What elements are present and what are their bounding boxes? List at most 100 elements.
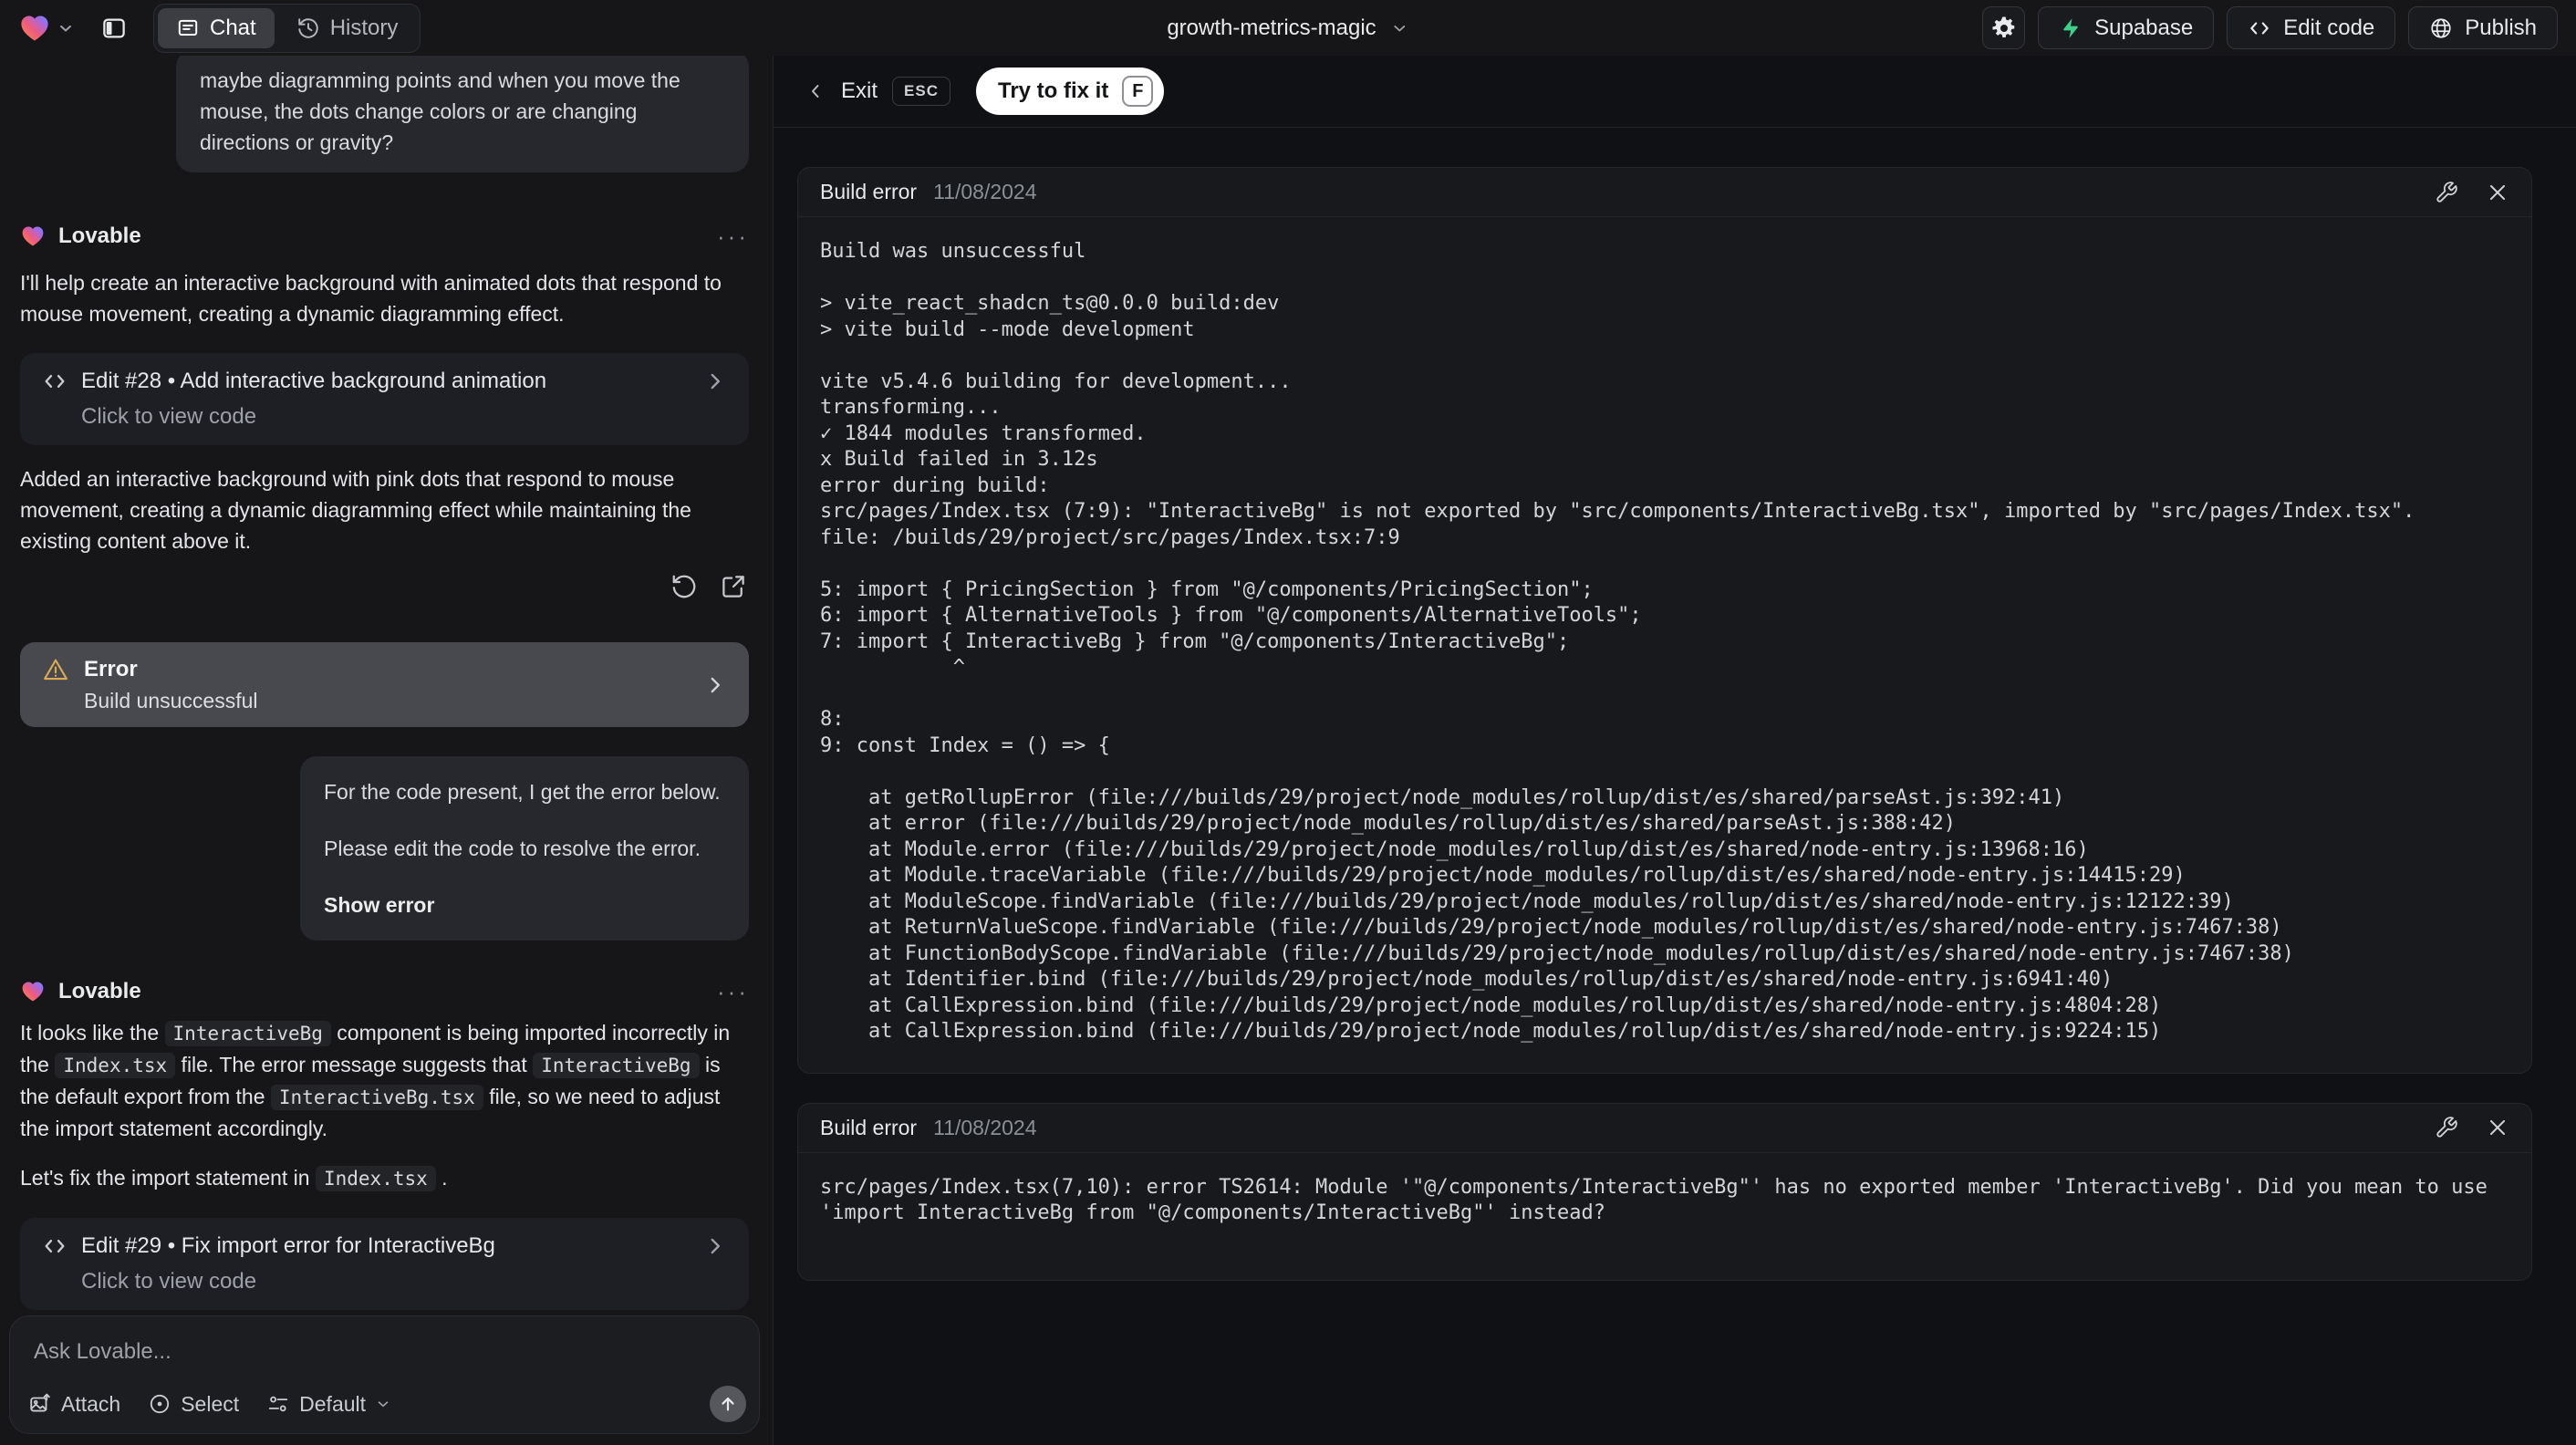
chat-input[interactable] <box>10 1316 759 1382</box>
edit-card-29[interactable]: Edit #29 • Fix import error for Interact… <box>20 1218 749 1310</box>
wrench-icon <box>2436 1117 2457 1138</box>
lovable-heart-icon <box>20 979 46 1004</box>
gear-icon <box>1990 15 2018 42</box>
attach-button[interactable]: Attach <box>28 1392 120 1417</box>
target-icon <box>151 1394 170 1414</box>
supabase-label: Supabase <box>2094 15 2194 40</box>
build-error-log: Build was unsuccessful > vite_react_shad… <box>820 240 2415 1043</box>
restore-version-button[interactable] <box>669 571 700 602</box>
user-message-line: Please edit the code to resolve the erro… <box>324 837 701 860</box>
select-element-button[interactable]: Select <box>148 1392 239 1417</box>
globe-icon <box>2429 16 2453 40</box>
attach-label: Attach <box>61 1391 121 1416</box>
user-message: For the code present, I get the error be… <box>300 756 749 941</box>
supabase-bolt-icon <box>2059 16 2083 40</box>
edit-code-label: Edit code <box>2283 15 2375 40</box>
sidebar-toggle-button[interactable] <box>95 9 133 47</box>
build-error-date: 11/08/2024 <box>933 1115 1037 1139</box>
arrow-up-icon <box>722 1397 734 1411</box>
build-error-title: Build error <box>820 1115 918 1139</box>
external-link-icon <box>722 576 744 598</box>
send-button[interactable] <box>710 1386 746 1422</box>
tab-history[interactable]: History <box>278 8 417 48</box>
model-selector[interactable]: Default <box>266 1392 391 1417</box>
select-label: Select <box>181 1391 240 1416</box>
build-error-date: 11/08/2024 <box>933 180 1037 203</box>
user-message-text: maybe diagramming points and when you mo… <box>200 68 680 154</box>
warning-triangle-icon <box>42 656 69 683</box>
chat-bubble-icon <box>176 16 200 40</box>
build-error-log: src/pages/Index.tsx(7,10): error TS2614:… <box>820 1175 2500 1225</box>
supabase-button[interactable]: Supabase <box>2038 6 2215 49</box>
history-clock-icon <box>296 16 320 40</box>
chat-composer: Attach Select Default <box>9 1315 760 1434</box>
edit-card-subtitle: Click to view code <box>81 1269 257 1294</box>
top-bar: Chat History growth-metrics-magic Supaba… <box>0 0 2576 56</box>
chevron-down-icon <box>57 19 75 37</box>
sidebar-panel-icon <box>100 15 128 42</box>
tab-chat[interactable]: Chat <box>158 7 275 48</box>
wrench-icon <box>2436 181 2457 203</box>
assistant-name: Lovable <box>58 979 141 1003</box>
edit-card-subtitle: Click to view code <box>81 404 257 429</box>
error-card-title: Error <box>84 657 138 681</box>
error-card[interactable]: Error Build unsuccessful <box>20 642 749 727</box>
chevron-down-icon <box>1391 19 1409 37</box>
build-error-card-2: Build error 11/08/2024 src/pages/Index.t… <box>797 1102 2532 1281</box>
lovable-logo-menu[interactable] <box>18 12 75 45</box>
code-brackets-icon <box>42 369 68 394</box>
assistant-message: Added an interactive background with pin… <box>20 467 691 553</box>
sliders-icon <box>269 1396 288 1412</box>
user-message: maybe diagramming points and when you mo… <box>176 56 749 172</box>
build-error-list[interactable]: Build error 11/08/2024 Build was unsucce… <box>774 128 2576 1445</box>
lovable-heart-icon <box>18 12 51 45</box>
chat-message-list[interactable]: maybe diagramming points and when you mo… <box>0 56 773 1310</box>
fix-with-ai-button[interactable] <box>2435 1116 2458 1139</box>
chevron-down-icon <box>378 1401 389 1408</box>
restore-icon <box>672 575 696 598</box>
tab-chat-label: Chat <box>210 15 256 40</box>
edit-card-title: Edit #28 • Add interactive background an… <box>81 369 547 393</box>
error-card-subtitle: Build unsuccessful <box>84 689 258 712</box>
try-to-fix-button[interactable]: Try to fix it F <box>975 68 1165 115</box>
f-key-badge: F <box>1122 76 1154 107</box>
chevron-right-icon <box>703 369 727 393</box>
code-brackets-icon <box>2248 16 2271 40</box>
chat-sidebar: maybe diagramming points and when you mo… <box>0 56 774 1445</box>
close-error-button[interactable] <box>2486 1116 2509 1139</box>
edit-code-button[interactable]: Edit code <box>2227 6 2396 49</box>
fix-with-ai-button[interactable] <box>2435 181 2458 204</box>
error-panel-toolbar: Exit ESC Try to fix it F <box>774 56 2576 128</box>
model-label: Default <box>299 1391 367 1416</box>
close-error-button[interactable] <box>2486 181 2509 204</box>
esc-key-badge: ESC <box>892 77 950 106</box>
project-name: growth-metrics-magic <box>1167 15 1376 40</box>
assistant-message: I'll help create an interactive backgrou… <box>20 271 722 326</box>
publish-label: Publish <box>2465 15 2537 40</box>
message-menu-button[interactable]: ··· <box>717 224 749 248</box>
exit-button[interactable]: Exit ESC <box>805 77 950 106</box>
assistant-header: Lovable ··· <box>20 224 749 249</box>
chat-history-tab-group: Chat History <box>153 3 421 53</box>
open-preview-button[interactable] <box>718 571 749 602</box>
edit-card-28[interactable]: Edit #28 • Add interactive background an… <box>20 353 749 445</box>
close-icon <box>2489 1119 2506 1136</box>
error-panel: Exit ESC Try to fix it F Build error 11/… <box>774 56 2576 1445</box>
build-error-title: Build error <box>820 180 918 203</box>
message-menu-button[interactable]: ··· <box>717 980 749 1003</box>
close-icon <box>2489 184 2506 200</box>
project-switcher[interactable]: growth-metrics-magic <box>1167 16 1408 41</box>
lovable-heart-icon <box>20 224 46 249</box>
build-error-card-1: Build error 11/08/2024 Build was unsucce… <box>797 167 2532 1074</box>
assistant-name: Lovable <box>58 224 141 248</box>
assistant-header: Lovable ··· <box>20 979 749 1004</box>
chevron-left-icon <box>812 85 819 98</box>
edit-card-title: Edit #29 • Fix import error for Interact… <box>81 1233 495 1258</box>
show-error-link[interactable]: Show error <box>324 889 725 920</box>
message-actions <box>20 571 749 602</box>
try-to-fix-label: Try to fix it <box>997 78 1109 103</box>
image-attach-icon <box>30 1393 50 1412</box>
settings-button[interactable] <box>1982 6 2026 49</box>
publish-button[interactable]: Publish <box>2408 6 2558 49</box>
chevron-right-icon <box>703 1234 727 1258</box>
